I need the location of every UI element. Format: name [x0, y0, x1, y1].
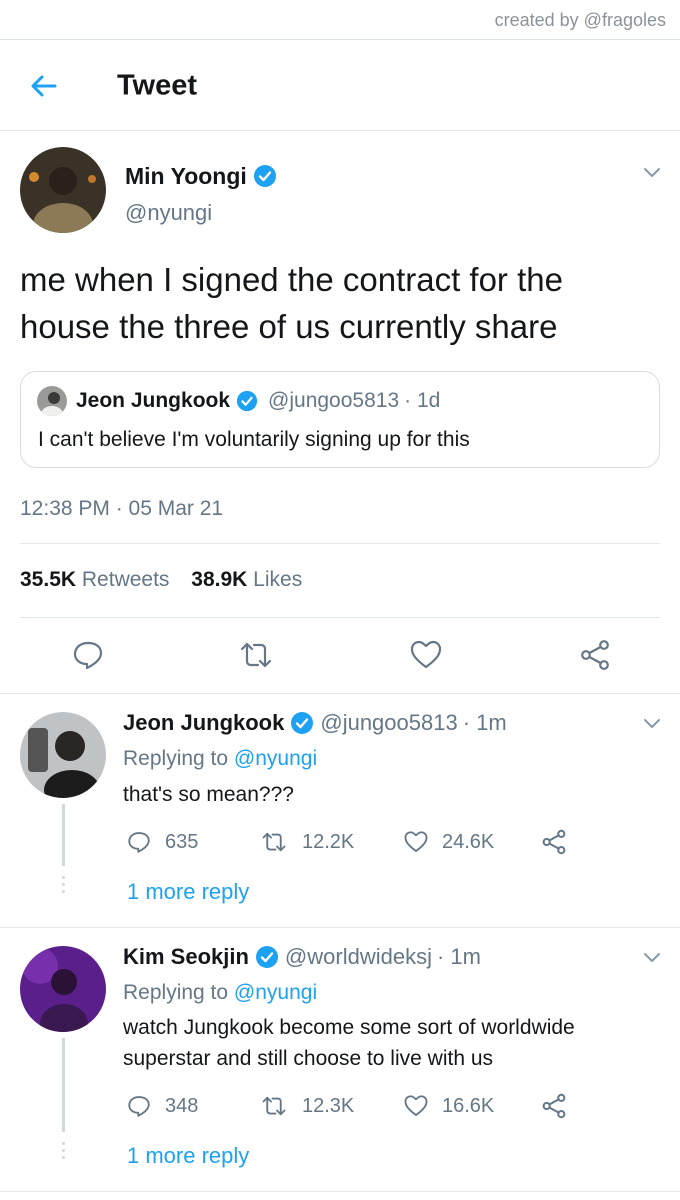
retweet-button[interactable]: 12.2K: [260, 830, 354, 854]
quote-text: I can't believe I'm voluntarily signing …: [38, 428, 470, 451]
retweet-count: 12.3K: [302, 1094, 355, 1117]
author-name[interactable]: Min Yoongi: [125, 163, 247, 190]
tweet-text: me when I signed the contract for the ho…: [20, 261, 563, 345]
tweet-time: 12:38 PM: [20, 497, 110, 520]
share-icon[interactable]: [541, 829, 567, 855]
retweet-stat[interactable]: 35.5K Retweets: [20, 568, 169, 591]
retweet-label: Retweets: [81, 568, 170, 591]
like-count: 16.6K: [442, 1094, 495, 1117]
tweet-timestamp: 12:38 PM · 05 Mar 21: [20, 497, 223, 521]
reply-icon[interactable]: [72, 639, 104, 671]
quote-age: · 1d: [404, 389, 441, 412]
retweet-button[interactable]: 12.3K: [260, 1094, 354, 1118]
divider: [20, 617, 660, 618]
back-arrow-icon[interactable]: [28, 70, 60, 102]
author-handle[interactable]: @nyungi: [125, 200, 212, 226]
reply-header: Jeon Jungkook @jungoo5813 · 1m: [123, 708, 507, 738]
verified-icon: [255, 946, 278, 968]
thread-dots: [62, 876, 65, 897]
replying-to-prefix: Replying to: [123, 747, 229, 770]
quote-author-name: Jeon Jungkook: [76, 389, 231, 412]
divider: [0, 1191, 680, 1192]
more-replies-link[interactable]: 1 more reply: [127, 1143, 249, 1169]
reply-author-handle[interactable]: @worldwideksj: [285, 944, 432, 970]
like-count: 38.9K: [191, 568, 248, 591]
like-icon[interactable]: [410, 639, 442, 671]
avatar[interactable]: [20, 946, 106, 1032]
reply-age: · 1m: [436, 944, 481, 969]
reply-text: watch Jungkook become some sort of world…: [123, 1016, 575, 1070]
divider: [20, 543, 660, 544]
main-tweet: Min Yoongi @nyungi me when I signed the …: [0, 131, 680, 693]
retweet-count: 12.2K: [302, 830, 355, 853]
quote-author-handle: @jungoo5813: [268, 389, 400, 412]
reply-text: that's so mean???: [123, 783, 294, 806]
retweet-icon: [262, 832, 286, 852]
chevron-down-icon[interactable]: [641, 946, 663, 968]
replying-to-link[interactable]: @nyungi: [234, 747, 317, 770]
reply-icon: [128, 832, 150, 853]
reply-icon: [128, 1096, 150, 1117]
like-button[interactable]: 16.6K: [404, 1094, 494, 1118]
quoted-tweet[interactable]: Jeon Jungkook @jungoo5813 · 1d I can't b…: [20, 371, 660, 468]
chevron-down-icon[interactable]: [641, 712, 663, 734]
like-count: 24.6K: [442, 830, 495, 853]
replying-to-link[interactable]: @nyungi: [234, 981, 317, 1004]
reply-button[interactable]: 348: [127, 1094, 198, 1118]
retweet-icon[interactable]: [238, 639, 274, 671]
tweet-stats: 35.5K Retweets 38.9K Likes: [20, 568, 302, 592]
tweet-date: · 05 Mar 21: [115, 497, 224, 520]
credit-bar: created by @fragoles: [0, 0, 680, 40]
page-title: Tweet: [117, 69, 198, 102]
retweet-icon: [262, 1096, 286, 1116]
reply-author-handle[interactable]: @jungoo5813: [320, 710, 457, 736]
replying-to: Replying to @nyungi: [123, 981, 317, 1005]
reply-author-name[interactable]: Kim Seokjin: [123, 944, 249, 970]
share-icon[interactable]: [579, 639, 611, 671]
reply-tweet[interactable]: Kim Seokjin @worldwideksj · 1m Replying …: [0, 928, 680, 1190]
author-name-row: Min Yoongi: [125, 159, 277, 193]
thread-line: [62, 1038, 65, 1132]
like-button[interactable]: 24.6K: [404, 830, 494, 854]
reply-count: 348: [165, 1094, 199, 1117]
thread-dots: [62, 1142, 65, 1163]
retweet-count: 35.5K: [20, 568, 77, 591]
chevron-down-icon[interactable]: [641, 161, 663, 183]
verified-icon: [291, 712, 314, 734]
avatar[interactable]: [20, 712, 106, 798]
replying-to: Replying to @nyungi: [123, 747, 317, 771]
like-label: Likes: [253, 568, 303, 591]
reply-author-name[interactable]: Jeon Jungkook: [123, 710, 284, 736]
like-stat[interactable]: 38.9K Likes: [191, 568, 302, 591]
page-header: Tweet: [0, 40, 680, 131]
thread-line: [62, 804, 65, 866]
avatar[interactable]: [20, 147, 106, 233]
share-icon[interactable]: [541, 1093, 567, 1119]
like-icon: [404, 1095, 428, 1116]
credit-text: created by @fragoles: [494, 10, 666, 30]
more-replies-link[interactable]: 1 more reply: [127, 879, 249, 905]
reply-button[interactable]: 635: [127, 830, 198, 854]
reply-age: · 1m: [462, 710, 507, 735]
reply-header: Kim Seokjin @worldwideksj · 1m: [123, 942, 481, 972]
reply-count: 635: [165, 830, 199, 853]
verified-icon: [253, 165, 276, 187]
verified-icon: [236, 390, 258, 412]
replying-to-prefix: Replying to: [123, 981, 229, 1004]
quote-name-row: Jeon Jungkook @jungoo5813 · 1d: [76, 386, 440, 416]
like-icon: [404, 831, 428, 852]
quote-avatar: [37, 386, 67, 416]
reply-tweet[interactable]: Jeon Jungkook @jungoo5813 · 1m Replying …: [0, 694, 680, 926]
